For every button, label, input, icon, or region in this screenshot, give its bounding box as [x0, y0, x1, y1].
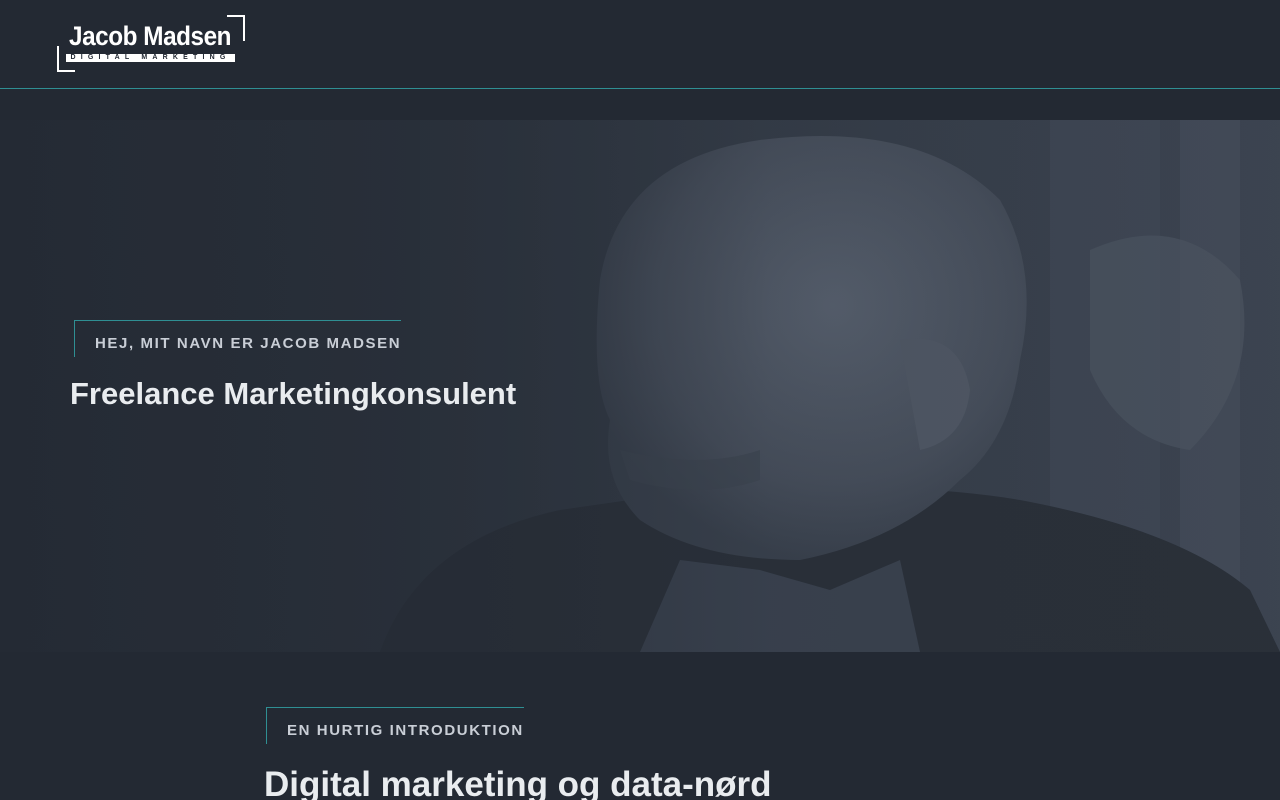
logo[interactable]: Jacob Madsen DIGITAL MARKETING: [57, 15, 245, 72]
site-header: Jacob Madsen DIGITAL MARKETING: [0, 0, 1280, 89]
hero-title: Freelance Marketingkonsulent: [70, 376, 517, 411]
intro-eyebrow: EN HURTIG INTRODUKTION: [266, 707, 524, 744]
page: Jacob Madsen DIGITAL MARKETING HEJ, MIT …: [0, 0, 1280, 800]
logo-tagline: DIGITAL MARKETING: [66, 54, 235, 62]
logo-name: Jacob Madsen: [69, 21, 232, 51]
intro-title: Digital marketing og data-nørd: [264, 765, 772, 800]
hero-section: HEJ, MIT NAVN ER JACOB MADSEN Freelance …: [0, 120, 1280, 652]
hero-eyebrow: HEJ, MIT NAVN ER JACOB MADSEN: [74, 320, 402, 357]
